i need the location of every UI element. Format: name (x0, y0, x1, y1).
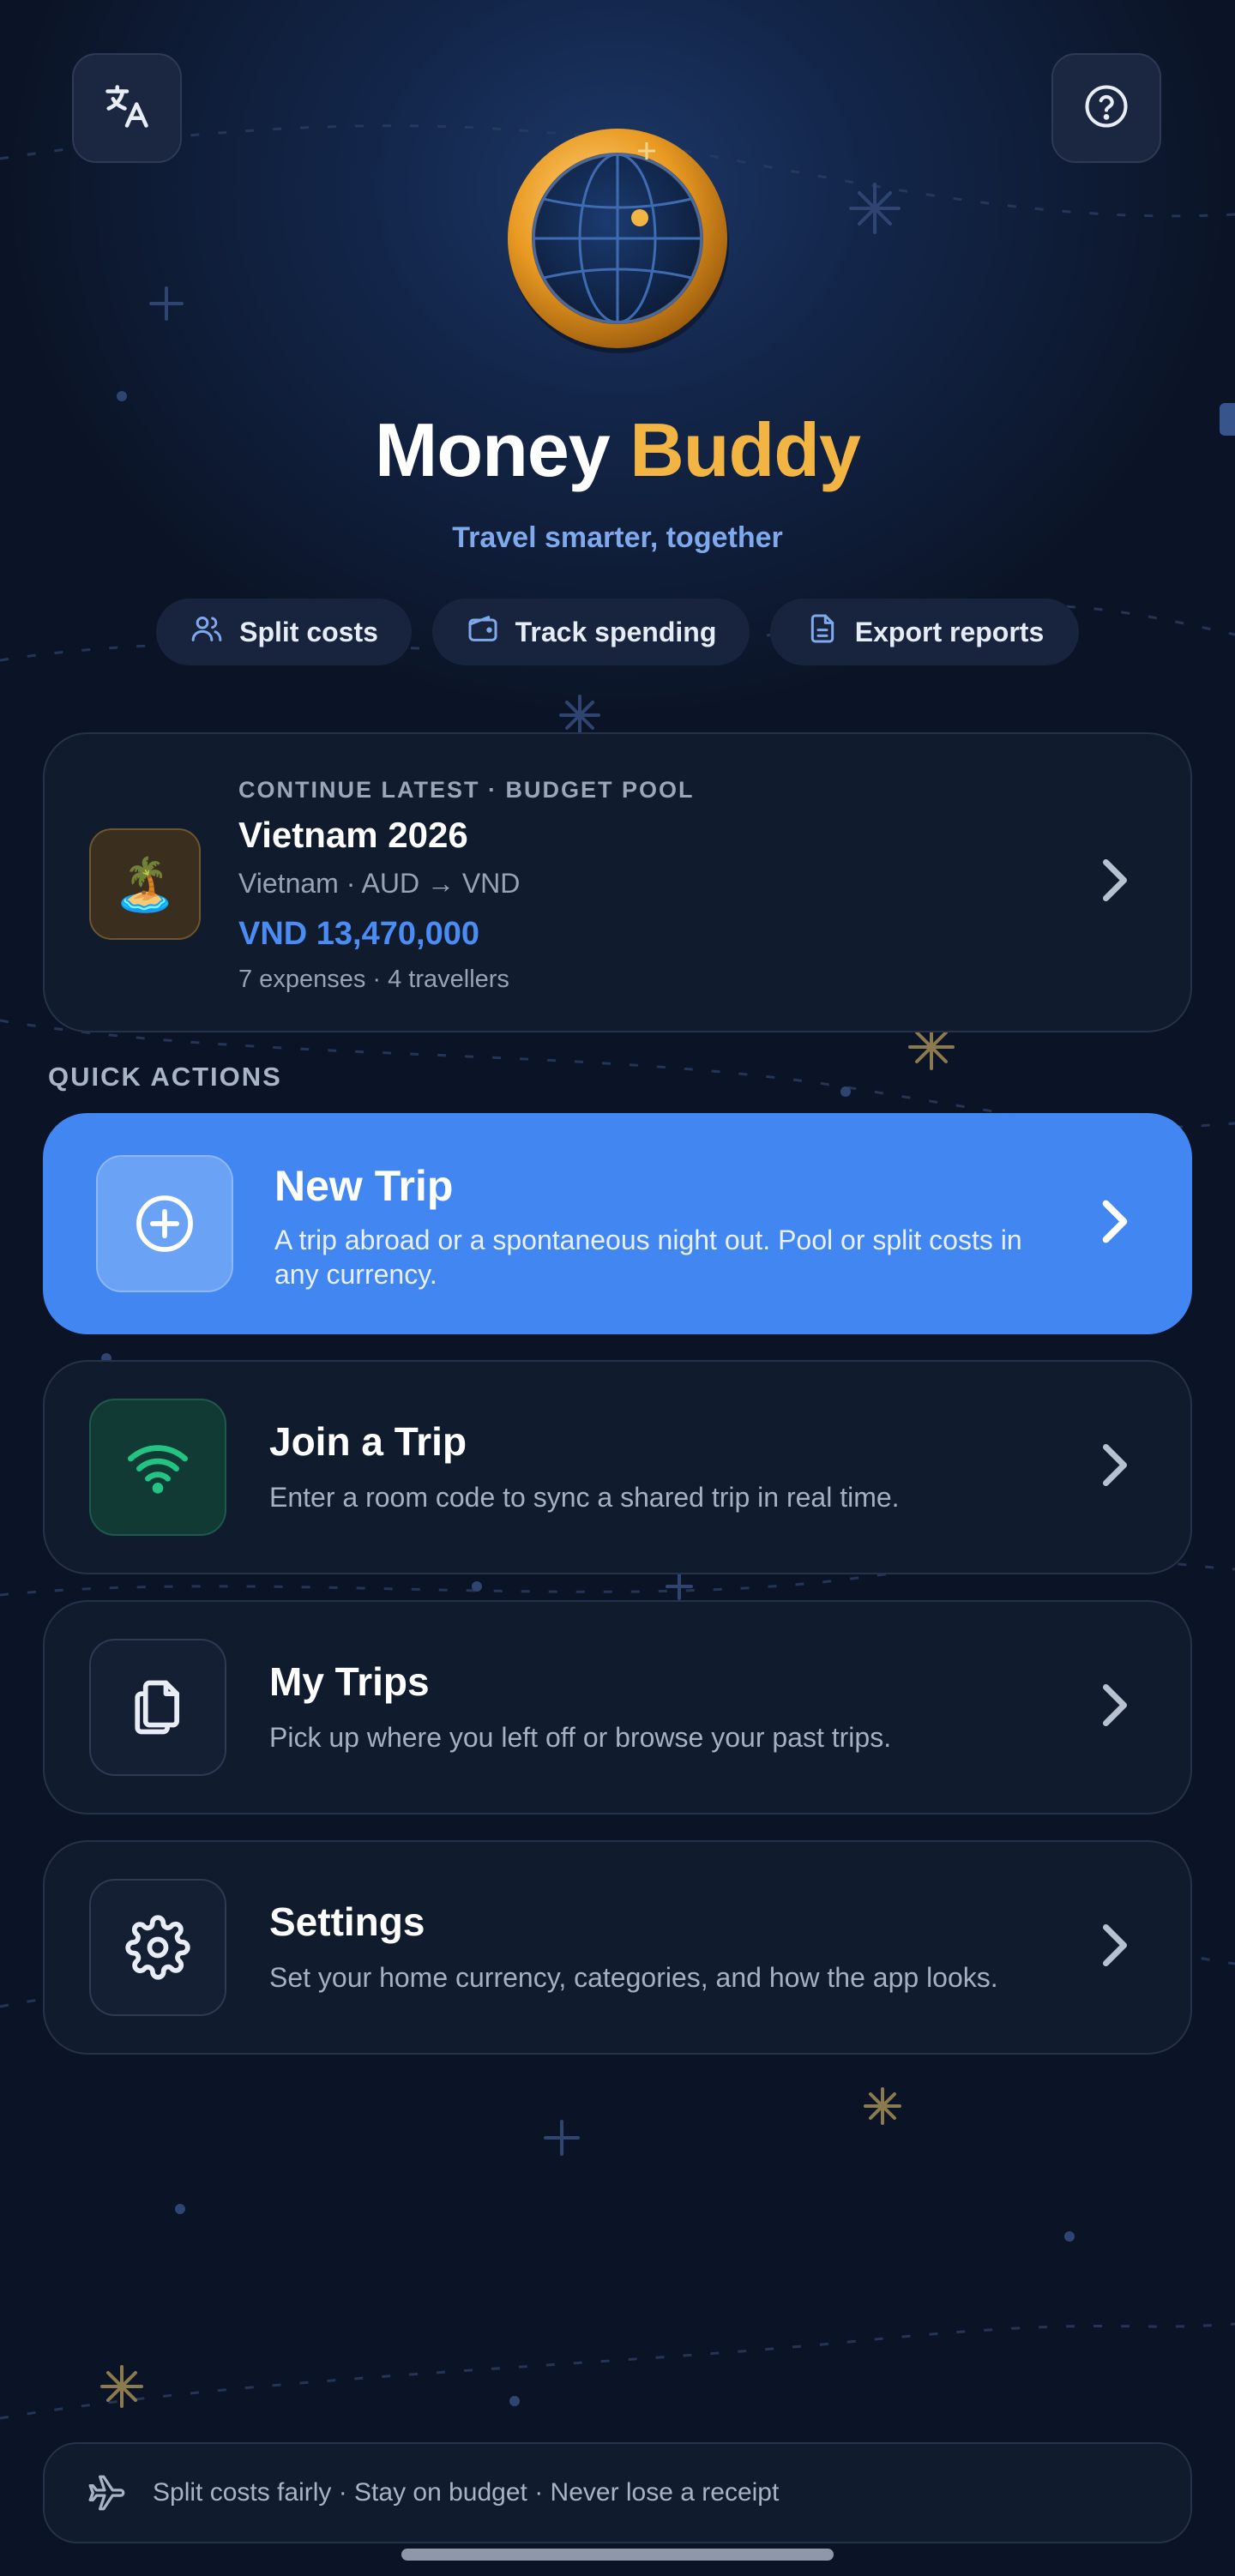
app-title: Money Buddy (0, 406, 1235, 494)
wallet-icon (466, 611, 500, 653)
quick-actions-heading: QUICK ACTIONS (48, 1062, 282, 1092)
continue-trip-card[interactable]: 🏝️ CONTINUE LATEST · BUDGET POOL Vietnam… (43, 732, 1192, 1032)
my-trips-title: My Trips (269, 1659, 430, 1704)
new-trip-description: A trip abroad or a spontaneous night out… (274, 1225, 1022, 1290)
feature-chip-label: Split costs (239, 616, 378, 647)
trip-thumbnail: 🏝️ (89, 828, 201, 940)
my-trips-button[interactable]: My Trips Pick up where you left off or b… (43, 1600, 1192, 1815)
copy-documents-icon (89, 1639, 226, 1776)
feature-chip-label: Export reports (854, 616, 1045, 647)
feature-chip-track: Track spending (432, 599, 750, 665)
feature-chip-export: Export reports (770, 599, 1079, 665)
my-trips-description: Pick up where you left off or browse you… (269, 1722, 892, 1753)
trip-amount: VND 13,470,000 (238, 916, 479, 952)
footer-bar: Split costs fairly · Stay on budget · Ne… (43, 2442, 1192, 2543)
globe-coin-icon (497, 117, 738, 357)
join-trip-button[interactable]: Join a Trip Enter a room code to sync a … (43, 1360, 1192, 1574)
settings-description: Set your home currency, categories, and … (269, 1962, 998, 1993)
new-trip-button[interactable]: New Trip A trip abroad or a spontaneous … (43, 1113, 1192, 1334)
chevron-right-icon (1096, 1682, 1134, 1734)
tagline: Travel smarter, together (452, 521, 783, 554)
app-title-primary: Money (375, 407, 611, 492)
trip-route: Vietnam · AUD → VND (238, 868, 521, 899)
app-title-accent: Buddy (630, 407, 861, 492)
join-trip-description: Enter a room code to sync a shared trip … (269, 1482, 900, 1513)
help-circle-icon (1083, 83, 1130, 134)
new-trip-title: New Trip (274, 1162, 454, 1210)
settings-title: Settings (269, 1899, 425, 1944)
trip-meta: 7 expenses · 4 travellers (238, 966, 509, 993)
feature-chip-split: Split costs (156, 599, 412, 665)
translate-icon (101, 81, 153, 136)
trip-title: Vietnam 2026 (238, 815, 468, 855)
chevron-right-icon (1096, 1441, 1134, 1494)
settings-button[interactable]: Settings Set your home currency, categor… (43, 1840, 1192, 2055)
join-trip-title: Join a Trip (269, 1419, 467, 1464)
chevron-right-icon (1096, 1198, 1134, 1250)
document-icon (805, 611, 840, 653)
chevron-right-icon (1096, 857, 1134, 909)
plus-circle-icon (96, 1155, 233, 1292)
wifi-icon (89, 1399, 226, 1536)
language-button[interactable] (72, 53, 182, 163)
feature-chip-label: Track spending (515, 616, 717, 647)
gear-icon (89, 1879, 226, 2016)
home-indicator[interactable] (401, 2549, 834, 2561)
chevron-right-icon (1096, 1922, 1134, 1974)
airplane-icon (86, 2471, 129, 2519)
users-icon (190, 611, 224, 653)
help-button[interactable] (1051, 53, 1161, 163)
continue-eyebrow: CONTINUE LATEST · BUDGET POOL (238, 777, 695, 803)
footer-text: Split costs fairly · Stay on budget · Ne… (153, 2478, 780, 2507)
